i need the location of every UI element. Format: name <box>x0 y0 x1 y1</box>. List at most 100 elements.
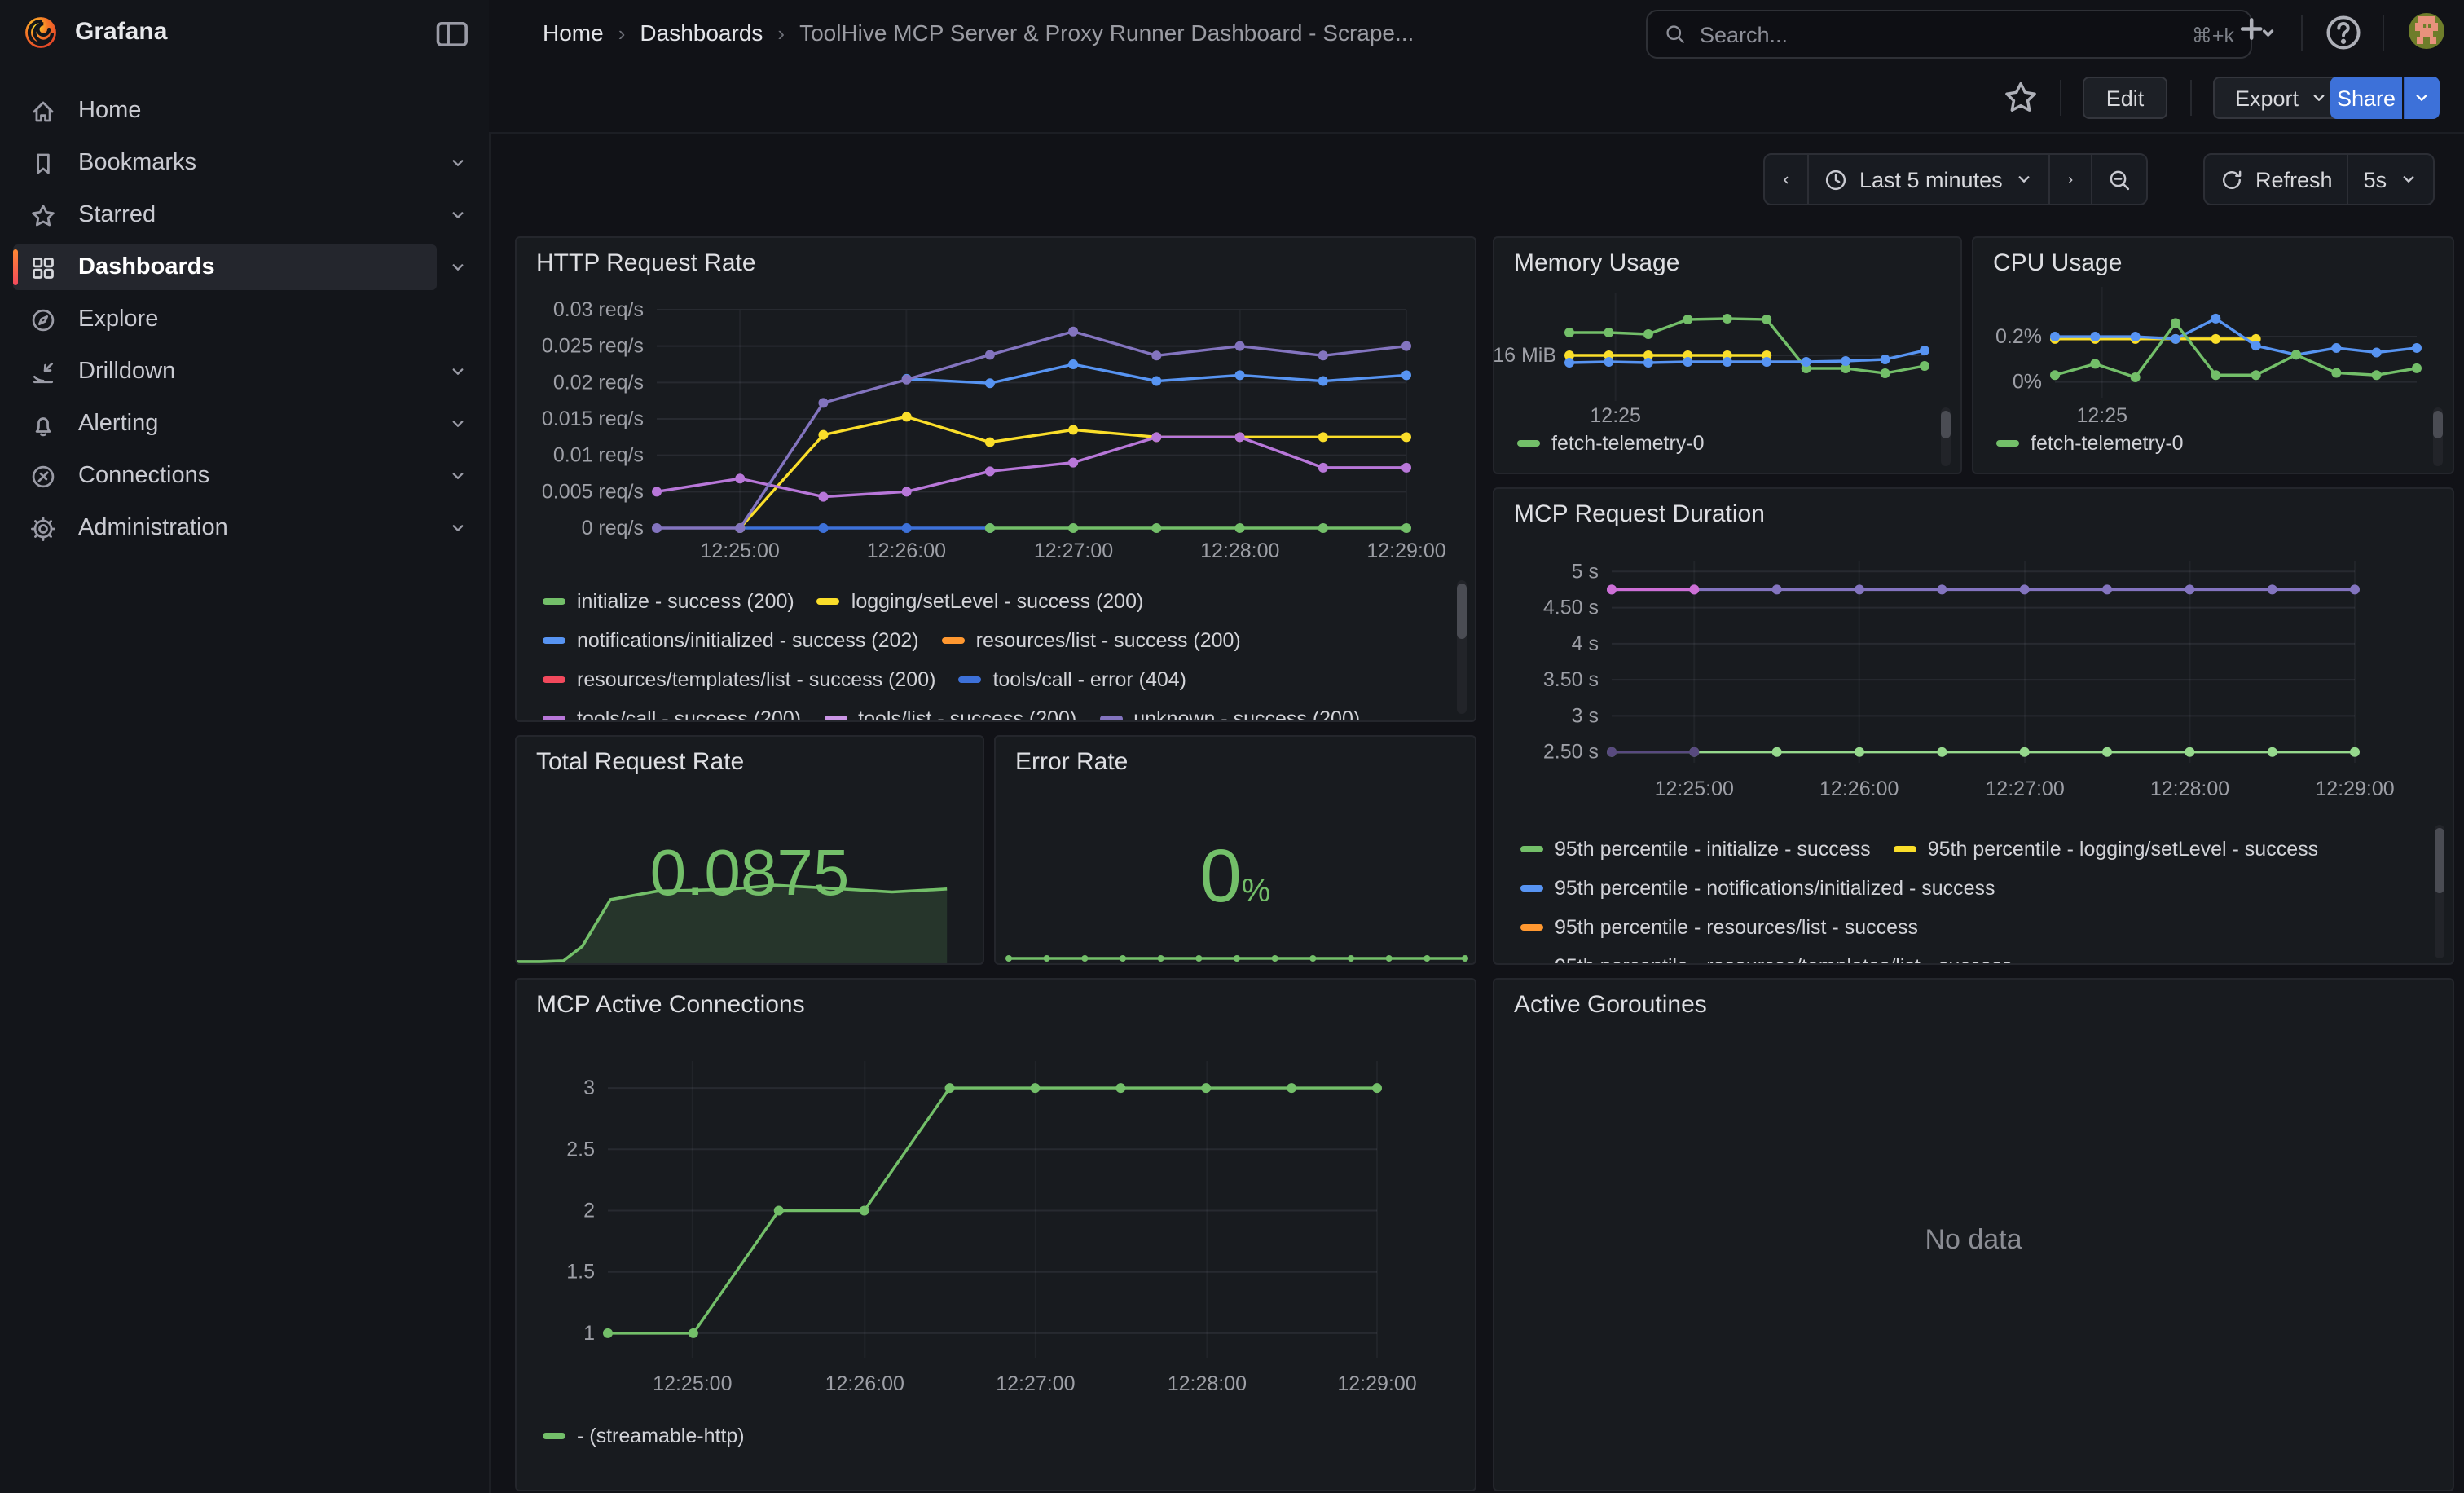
home-icon <box>29 97 57 125</box>
legend-item[interactable]: tools/call - success (200) <box>543 699 801 722</box>
legend-item[interactable]: unknown - success (200) <box>1099 699 1360 722</box>
legend-swatch <box>543 676 565 683</box>
breadcrumb-item[interactable]: Home <box>543 20 604 46</box>
chevron-down-icon <box>2398 170 2418 189</box>
panel-title[interactable]: HTTP Request Rate <box>536 249 756 277</box>
sidebar-item-label: Starred <box>78 202 156 228</box>
legend-item[interactable]: 95th percentile - resources/templates/li… <box>1520 947 2012 965</box>
svg-text:12:25:00: 12:25:00 <box>1655 777 1734 800</box>
panel-mcp-active-connections: MCP Active Connections 11.522.5312:25:00… <box>515 978 1476 1491</box>
sidebar-item-bookmarks[interactable]: Bookmarks <box>13 140 437 186</box>
plug-icon <box>29 462 57 490</box>
sidebar-item-home[interactable]: Home <box>13 88 489 134</box>
dashboard-toolbar: Edit Export Share <box>489 65 2464 134</box>
panel-title[interactable]: Error Rate <box>1015 748 1128 776</box>
chevron-down-icon[interactable] <box>437 507 479 549</box>
edit-button[interactable]: Edit <box>2083 77 2167 119</box>
mcp-request-duration-plot[interactable]: 5 s4.50 s4 s3.50 s3 s2.50 s12:25:0012:26… <box>1494 489 2454 815</box>
share-button[interactable]: Share <box>2330 77 2402 119</box>
divider <box>2060 80 2061 116</box>
legend-label: tools/call - success (200) <box>577 707 801 722</box>
time-forward-button[interactable] <box>2048 155 2091 204</box>
svg-text:12:29:00: 12:29:00 <box>1337 1372 1416 1395</box>
legend-item[interactable]: 95th percentile - initialize - success <box>1520 830 1871 869</box>
legend-item[interactable]: 95th percentile - resources/list - succe… <box>1520 908 1918 947</box>
legend-item[interactable]: resources/templates/list - success (200) <box>543 660 935 699</box>
panel-title[interactable]: Active Goroutines <box>1514 991 1707 1019</box>
legend-swatch <box>1517 440 1540 447</box>
svg-text:12:26:00: 12:26:00 <box>825 1372 904 1395</box>
legend-item[interactable]: fetch-telemetry-0 <box>1996 424 2184 463</box>
svg-text:4.50 s: 4.50 s <box>1543 597 1599 619</box>
duration-legend: 95th percentile - initialize - success95… <box>1520 820 2413 965</box>
legend-label: unknown - success (200) <box>1133 707 1360 722</box>
time-range-picker[interactable]: Last 5 minutes <box>1807 155 2048 204</box>
panel-title[interactable]: Total Request Rate <box>536 748 744 776</box>
help-icon[interactable] <box>2324 13 2363 52</box>
sidebar-item-alerting[interactable]: Alerting <box>13 401 437 447</box>
sidebar-item-drilldown[interactable]: Drilldown <box>13 349 437 394</box>
legend-item[interactable]: logging/setLevel - success (200) <box>817 582 1144 621</box>
avatar[interactable] <box>2409 13 2444 49</box>
legend-item[interactable]: 95th percentile - notifications/initiali… <box>1520 869 1995 908</box>
add-button[interactable] <box>2236 13 2275 52</box>
panel-title[interactable]: Memory Usage <box>1514 249 1679 277</box>
scrollbar-thumb[interactable] <box>1457 584 1467 639</box>
sidebar-item-dashboards[interactable]: Dashboards <box>13 244 437 290</box>
chevron-down-icon[interactable] <box>437 455 479 497</box>
chevron-down-icon[interactable] <box>437 403 479 445</box>
refresh-interval-label: 5s <box>2364 167 2387 192</box>
svg-text:0%: 0% <box>2013 371 2042 394</box>
legend-item[interactable]: 95th percentile - logging/setLevel - suc… <box>1894 830 2318 869</box>
mcp-active-connections-plot[interactable]: 11.522.5312:25:0012:26:0012:27:0012:28:0… <box>517 980 1476 1407</box>
legend-label: initialize - success (200) <box>577 590 794 613</box>
legend-item[interactable]: tools/call - error (404) <box>958 660 1186 699</box>
sidebar-item-starred[interactable]: Starred <box>13 192 437 238</box>
search-input[interactable]: Search... ⌘+k <box>1646 10 2252 59</box>
chevron-left-icon <box>1780 167 1793 192</box>
refresh-button[interactable]: Refresh <box>2205 155 2347 204</box>
export-button[interactable]: Export <box>2213 77 2350 119</box>
grafana-logo-icon <box>23 15 59 51</box>
legend-item[interactable]: notifications/initialized - success (202… <box>543 621 919 660</box>
svg-text:4 s: 4 s <box>1572 632 1599 655</box>
sidebar-item-connections[interactable]: Connections <box>13 453 437 499</box>
time-back-button[interactable] <box>1765 155 1807 204</box>
sidebar-row-drilldown: Drilldown <box>0 346 489 398</box>
star-favorite-icon[interactable] <box>2001 78 2040 117</box>
chevron-down-icon[interactable] <box>437 142 479 184</box>
legend-item[interactable]: fetch-telemetry-0 <box>1517 424 1705 463</box>
legend-item[interactable]: resources/list - success (200) <box>942 621 1241 660</box>
panel-title[interactable]: MCP Request Duration <box>1514 500 1765 528</box>
sidebar-row-alerting: Alerting <box>0 398 489 450</box>
share-menu-button[interactable] <box>2404 77 2440 119</box>
panel-title[interactable]: MCP Active Connections <box>536 991 805 1019</box>
scrollbar-thumb[interactable] <box>1941 411 1951 438</box>
chevron-down-icon[interactable] <box>437 246 479 288</box>
scrollbar-thumb[interactable] <box>2433 411 2443 438</box>
connections-legend: - (streamable-http) <box>543 1413 1436 1465</box>
search-icon <box>1664 23 1687 46</box>
legend-item[interactable]: - (streamable-http) <box>543 1416 745 1456</box>
sidebar-item-label: Explore <box>78 306 158 333</box>
chevron-down-icon[interactable] <box>437 194 479 236</box>
zoom-out-button[interactable] <box>2091 155 2146 204</box>
svg-text:12:28:00: 12:28:00 <box>1200 540 1279 562</box>
svg-text:0.03 req/s: 0.03 req/s <box>553 298 644 321</box>
sidebar-nav: Home Bookmarks Starred Dashboards Explore Dri… <box>0 85 489 554</box>
legend-label: resources/list - success (200) <box>976 629 1241 652</box>
panel-left-toggle-icon[interactable] <box>433 16 469 52</box>
refresh-interval-picker[interactable]: 5s <box>2347 155 2433 204</box>
sidebar-item-explore[interactable]: Explore <box>13 297 489 342</box>
sidebar-item-administration[interactable]: Administration <box>13 505 437 551</box>
http-request-rate-plot[interactable]: 0 req/s0.005 req/s0.01 req/s0.015 req/s0… <box>517 238 1476 572</box>
divider <box>2190 80 2192 116</box>
chevron-down-icon[interactable] <box>437 350 479 393</box>
svg-text:0.005 req/s: 0.005 req/s <box>542 480 644 503</box>
breadcrumb-item[interactable]: Dashboards <box>640 20 763 46</box>
panel-cpu-usage: CPU Usage 0.2%0%12:25 fetch-telemetry-0 <box>1972 236 2454 474</box>
legend-item[interactable]: tools/list - success (200) <box>824 699 1076 722</box>
panel-title[interactable]: CPU Usage <box>1993 249 2122 277</box>
scrollbar-thumb[interactable] <box>2435 828 2444 893</box>
legend-item[interactable]: initialize - success (200) <box>543 582 794 621</box>
